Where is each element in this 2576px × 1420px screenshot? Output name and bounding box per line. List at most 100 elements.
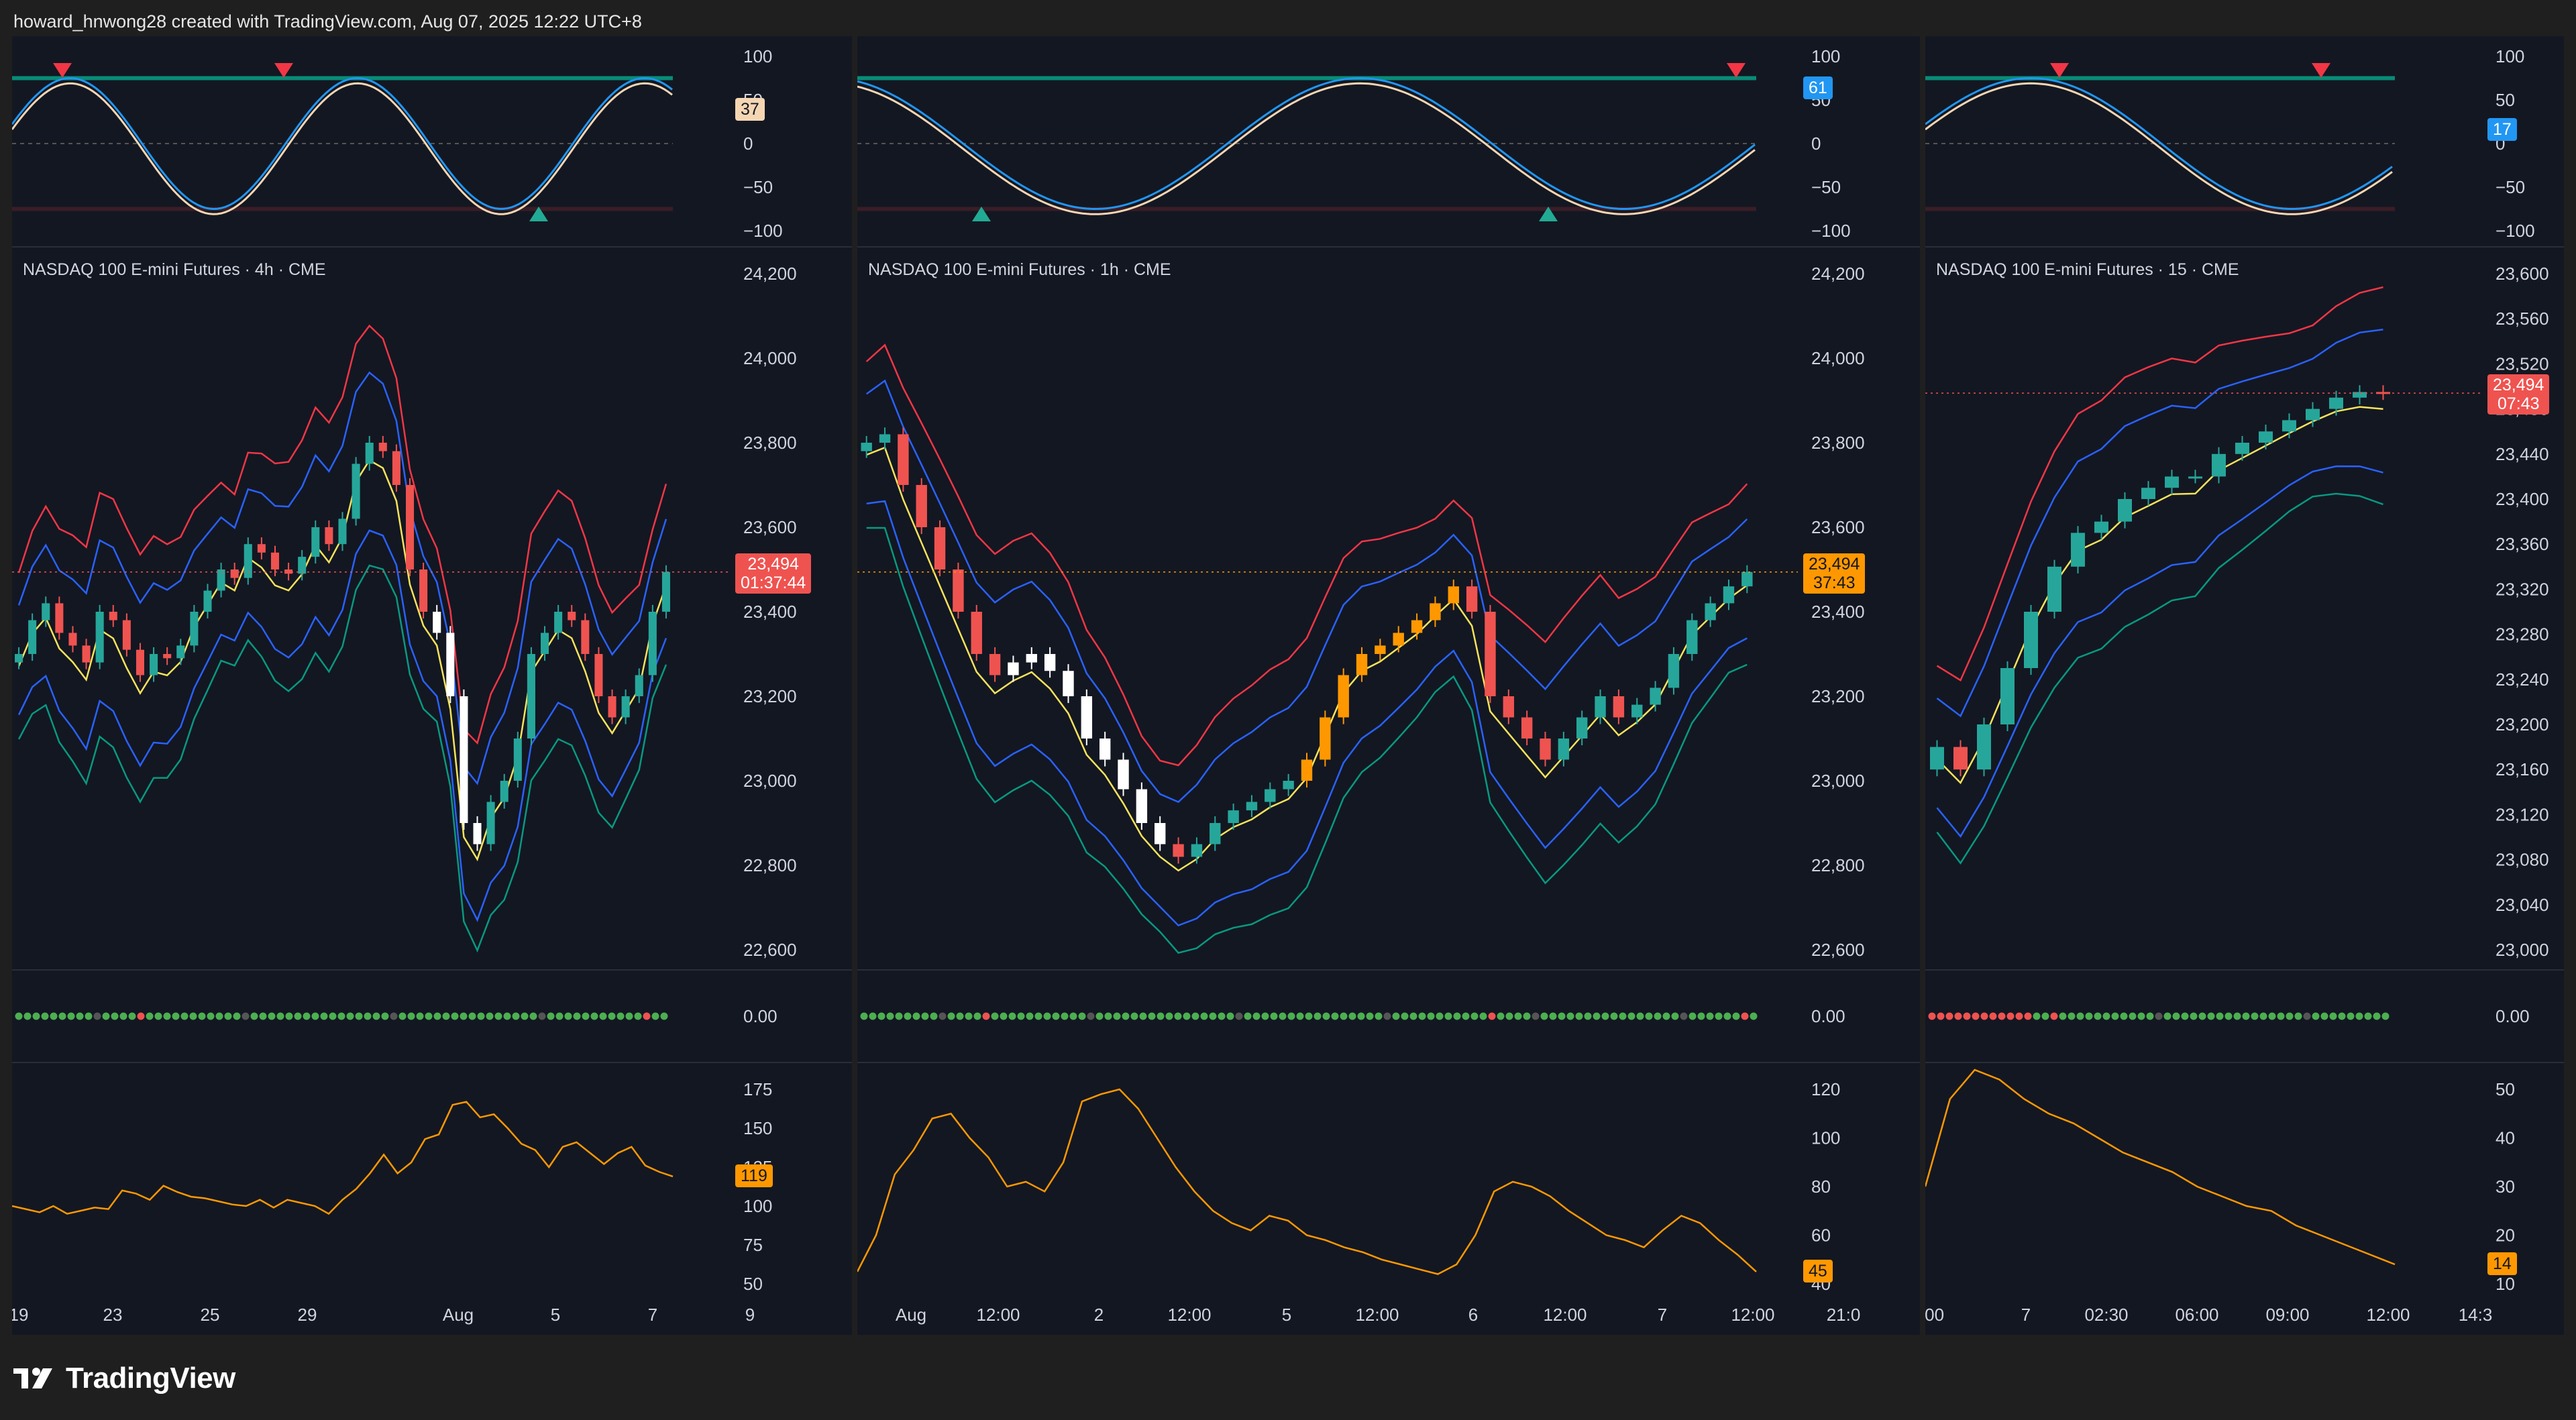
candle-body[interactable]: [1191, 844, 1203, 857]
candle-body[interactable]: [122, 620, 131, 650]
candle-body[interactable]: [1430, 603, 1441, 620]
candle-body[interactable]: [1540, 739, 1551, 760]
candle-body[interactable]: [2329, 397, 2343, 409]
candle-body[interactable]: [1099, 739, 1111, 760]
candle-body[interactable]: [1155, 823, 1166, 844]
candle-body[interactable]: [1485, 612, 1496, 696]
candle-body[interactable]: [1283, 781, 1294, 789]
candle-body[interactable]: [203, 590, 212, 612]
candle-body[interactable]: [2047, 566, 2061, 612]
candle-body[interactable]: [2165, 476, 2179, 488]
candle-body[interactable]: [1705, 603, 1716, 620]
candle-body[interactable]: [1136, 789, 1148, 823]
candle-body[interactable]: [1650, 688, 1661, 705]
candle-body[interactable]: [15, 654, 23, 663]
candle-body[interactable]: [1118, 759, 1129, 789]
candle-body[interactable]: [648, 612, 657, 675]
candle-body[interactable]: [1375, 645, 1386, 654]
candle-body[interactable]: [392, 451, 400, 485]
chart-panel-1h[interactable]: 100 50 0 −50 −100 24,200 24,000 23,800 23,600 23,…: [857, 36, 1920, 1335]
candle-body[interactable]: [608, 696, 616, 718]
candle-body[interactable]: [298, 557, 307, 574]
candle-body[interactable]: [1228, 810, 1239, 823]
candle-body[interactable]: [1356, 654, 1368, 675]
candle-body[interactable]: [95, 612, 104, 663]
candle-body[interactable]: [2000, 668, 2015, 724]
candle-body[interactable]: [1063, 671, 1074, 696]
symbol-title[interactable]: NASDAQ 100 E-mini Futures · 15 · CME: [1936, 260, 2239, 280]
candle-body[interactable]: [1613, 696, 1625, 718]
candle-body[interactable]: [82, 645, 91, 663]
chart-panel-4h[interactable]: 100 50 0 −50 −100 24,200 24,000 23,800 23,600 23,…: [12, 36, 852, 1335]
candle-body[interactable]: [1008, 662, 1019, 675]
candle-body[interactable]: [1595, 696, 1606, 718]
candle-body[interactable]: [513, 739, 522, 781]
candle-body[interactable]: [2235, 443, 2249, 454]
candle-body[interactable]: [541, 633, 549, 655]
candle-body[interactable]: [270, 552, 280, 569]
candle-body[interactable]: [898, 434, 909, 485]
candle-body[interactable]: [1338, 675, 1349, 718]
candle-body[interactable]: [190, 612, 199, 646]
candle-body[interactable]: [1930, 747, 1944, 770]
candle-body[interactable]: [42, 603, 50, 620]
candle-body[interactable]: [1173, 844, 1184, 857]
candle-body[interactable]: [433, 612, 441, 633]
candle-body[interactable]: [1558, 739, 1570, 760]
candle-body[interactable]: [176, 645, 185, 659]
candle-body[interactable]: [1741, 571, 1753, 587]
candle-body[interactable]: [257, 544, 266, 553]
candle-body[interactable]: [2071, 533, 2085, 567]
candle-body[interactable]: [338, 518, 347, 545]
candle-body[interactable]: [1576, 717, 1588, 739]
candle-body[interactable]: [971, 612, 982, 654]
candle-body[interactable]: [1411, 620, 1423, 633]
candle-body[interactable]: [365, 443, 374, 464]
candle-body[interactable]: [1466, 586, 1478, 612]
candle-body[interactable]: [1044, 654, 1056, 671]
candle-body[interactable]: [527, 654, 535, 739]
chart-panel-15m[interactable]: 100500−50−10023,60023,56023,52023,48023,…: [1925, 36, 2564, 1335]
candle-body[interactable]: [621, 696, 630, 718]
candle-body[interactable]: [1503, 696, 1515, 718]
candle-body[interactable]: [460, 696, 468, 823]
candle-body[interactable]: [2094, 521, 2108, 533]
candle-body[interactable]: [2118, 499, 2132, 522]
candle-body[interactable]: [2306, 408, 2320, 421]
candle-body[interactable]: [1686, 620, 1698, 654]
candle-body[interactable]: [1953, 747, 1968, 770]
candle-body[interactable]: [419, 569, 428, 612]
candle-body[interactable]: [2188, 476, 2202, 479]
candle-body[interactable]: [136, 649, 144, 675]
candle-body[interactable]: [661, 571, 670, 612]
candle-body[interactable]: [68, 633, 77, 646]
candle-body[interactable]: [405, 485, 415, 569]
candle-body[interactable]: [352, 463, 360, 519]
symbol-title[interactable]: NASDAQ 100 E-mini Futures · 1h · CME: [868, 260, 1171, 280]
candle-body[interactable]: [1723, 586, 1735, 604]
candle-body[interactable]: [1320, 717, 1331, 760]
candle-body[interactable]: [989, 654, 1001, 675]
candle-body[interactable]: [2282, 420, 2296, 432]
candle-body[interactable]: [568, 612, 576, 620]
candle-body[interactable]: [2141, 488, 2155, 499]
candle-body[interactable]: [378, 443, 387, 451]
candle-body[interactable]: [28, 620, 37, 654]
candle-body[interactable]: [150, 654, 158, 675]
candle-body[interactable]: [109, 612, 117, 620]
candle-body[interactable]: [446, 633, 455, 697]
candle-body[interactable]: [2024, 612, 2038, 668]
candle-body[interactable]: [1301, 759, 1313, 781]
candle-body[interactable]: [1521, 717, 1533, 739]
candle-body[interactable]: [916, 485, 927, 527]
candle-body[interactable]: [554, 612, 563, 633]
candle-body[interactable]: [1977, 724, 1991, 770]
candle-body[interactable]: [1631, 704, 1643, 718]
candle-body[interactable]: [581, 620, 590, 654]
candle-body[interactable]: [325, 527, 333, 545]
candle-body[interactable]: [473, 823, 482, 844]
candle-body[interactable]: [1026, 654, 1037, 663]
candle-body[interactable]: [55, 603, 64, 633]
candle-body[interactable]: [1448, 586, 1459, 604]
candle-body[interactable]: [861, 443, 872, 451]
